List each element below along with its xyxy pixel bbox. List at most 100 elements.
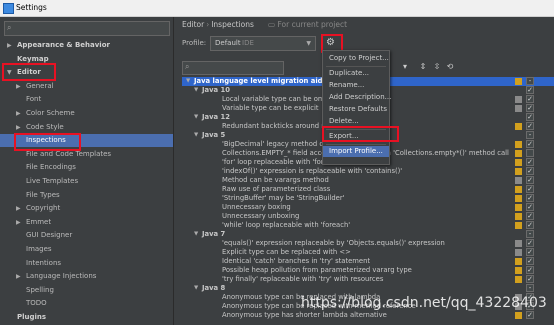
inspection-row[interactable]: Raw use of parameterized class ✓ — [182, 185, 554, 194]
inspection-row[interactable]: Identical 'catch' branches in 'try' stat… — [182, 257, 554, 266]
menu-item-label: Rename... — [329, 81, 365, 89]
inspection-label: 'try finally' replaceable with 'try' wit… — [222, 275, 384, 283]
sidebar-item-appearance-behavior[interactable]: ▶ Appearance & Behavior — [0, 39, 173, 52]
chevron-down-icon[interactable]: ▼ — [186, 77, 190, 86]
inspection-checkbox[interactable]: ✓ — [526, 212, 534, 220]
highlight-import-profile — [322, 126, 399, 142]
inspection-checkbox[interactable]: ✓ — [526, 221, 534, 229]
sidebar-item-general[interactable]: ▶ General — [0, 80, 173, 93]
menu-item-copy-to-project[interactable]: Copy to Project... — [323, 53, 389, 64]
sidebar-item-file-types[interactable]: File Types — [0, 189, 173, 202]
inspection-group-row[interactable]: ▼ Java 7 - — [182, 230, 554, 239]
severity-swatch — [515, 177, 522, 184]
inspection-checkbox[interactable]: - — [526, 131, 534, 139]
chevron-right-icon[interactable]: ▶ — [16, 270, 21, 283]
inspection-label: Java 12 — [202, 113, 230, 121]
filter-icon[interactable]: ▾ — [399, 61, 411, 73]
inspection-checkbox[interactable]: ✓ — [526, 248, 534, 256]
chevron-down-icon[interactable]: ▼ — [194, 86, 198, 95]
sidebar-item-color-scheme[interactable]: ▶ Color Scheme — [0, 107, 173, 120]
sidebar-item-live-templates[interactable]: Live Templates — [0, 175, 173, 188]
settings-sidebar: ⌕ ▶ Appearance & Behavior Keymap ▼ Editor ▶ Ge… — [0, 17, 174, 325]
sidebar-item-language-injections[interactable]: ▶ Language Injections — [0, 270, 173, 283]
inspection-row[interactable]: Unnecessary unboxing ✓ — [182, 212, 554, 221]
inspection-checkbox[interactable]: ✓ — [526, 104, 534, 112]
sidebar-item-gui-designer[interactable]: GUI Designer — [0, 229, 173, 242]
sidebar-item-file-encodings[interactable]: File Encodings — [0, 161, 173, 174]
inspection-row[interactable]: 'indexOf()' expression is replaceable wi… — [182, 167, 554, 176]
inspection-label: Java 7 — [202, 230, 226, 238]
expand-all-icon[interactable]: ⇕ — [417, 61, 429, 73]
breadcrumb-inspections: Inspections — [211, 20, 254, 29]
inspection-search-input[interactable]: ⌕ — [182, 61, 284, 75]
menu-item-restore-defaults[interactable]: Restore Defaults — [323, 104, 389, 115]
inspection-checkbox[interactable]: ✓ — [526, 86, 534, 94]
reset-icon[interactable]: ⟲ — [444, 61, 456, 73]
inspection-checkbox[interactable]: ✓ — [526, 176, 534, 184]
sidebar-item-label: Appearance & Behavior — [17, 41, 110, 49]
inspection-checkbox[interactable]: ✓ — [526, 122, 534, 130]
inspection-row[interactable]: Explicit type can be replaced with <> ✓ — [182, 248, 554, 257]
chevron-down-icon[interactable]: ▼ — [194, 284, 198, 293]
sidebar-item-todo[interactable]: TODO — [0, 297, 173, 310]
inspection-checkbox[interactable]: - — [526, 77, 534, 85]
menu-item-rename[interactable]: Rename... — [323, 80, 389, 91]
severity-swatch — [515, 258, 522, 265]
inspection-label: Anonymous type has shorter lambda altern… — [222, 311, 387, 319]
menu-item-duplicate[interactable]: Duplicate... — [323, 68, 389, 79]
sidebar-item-copyright[interactable]: ▶ Copyright — [0, 202, 173, 215]
inspection-checkbox[interactable]: ✓ — [526, 158, 534, 166]
chevron-right-icon[interactable]: ▶ — [7, 39, 12, 52]
inspection-checkbox[interactable]: ✓ — [526, 140, 534, 148]
inspection-checkbox[interactable]: - — [526, 284, 534, 292]
inspection-row[interactable]: Unnecessary boxing ✓ — [182, 203, 554, 212]
inspection-row[interactable]: 'try finally' replaceable with 'try' wit… — [182, 275, 554, 284]
inspection-row[interactable]: Possible heap pollution from parameteriz… — [182, 266, 554, 275]
inspection-row[interactable]: Method can be varargs method ✓ — [182, 176, 554, 185]
chevron-right-icon[interactable]: ▶ — [16, 121, 21, 134]
sidebar-item-code-style[interactable]: ▶ Code Style — [0, 121, 173, 134]
inspection-row[interactable]: 'while' loop replaceable with 'foreach' ✓ — [182, 221, 554, 230]
inspection-checkbox[interactable]: ✓ — [526, 95, 534, 103]
inspection-checkbox[interactable]: ✓ — [526, 239, 534, 247]
sidebar-item-label: Images — [26, 245, 52, 253]
inspection-row[interactable]: Anonymous type has shorter lambda altern… — [182, 311, 554, 320]
inspection-checkbox[interactable]: ✓ — [526, 194, 534, 202]
inspection-checkbox[interactable]: ✓ — [526, 275, 534, 283]
profile-dropdown[interactable]: Default IDE ▼ — [210, 36, 316, 51]
inspection-checkbox[interactable] — [526, 149, 534, 157]
inspection-group-row[interactable]: ▼ Java 8 - — [182, 284, 554, 293]
sidebar-item-images[interactable]: Images — [0, 243, 173, 256]
inspection-checkbox[interactable]: ✓ — [526, 203, 534, 211]
chevron-right-icon[interactable]: ▶ — [16, 107, 21, 120]
sidebar-item-plugins[interactable]: Plugins — [0, 311, 173, 324]
sidebar-item-spelling[interactable]: Spelling — [0, 284, 173, 297]
chevron-down-icon[interactable]: ▼ — [194, 230, 198, 239]
chevron-down-icon[interactable]: ▼ — [194, 113, 198, 122]
inspection-checkbox[interactable]: ✓ — [526, 167, 534, 175]
inspection-checkbox[interactable]: ✓ — [526, 257, 534, 265]
menu-item-add-description[interactable]: Add Description... — [323, 92, 391, 103]
sidebar-item-label: Spelling — [26, 285, 54, 294]
inspection-checkbox[interactable]: ✓ — [526, 311, 534, 319]
inspection-checkbox[interactable]: ✓ — [526, 266, 534, 274]
inspection-row[interactable]: 'equals()' expression replaceable by 'Ob… — [182, 239, 554, 248]
menu-item-import-profile[interactable]: Import Profile... — [323, 146, 389, 157]
inspection-row[interactable]: 'StringBuffer' may be 'StringBuilder' ✓ — [182, 194, 554, 203]
breadcrumb-editor[interactable]: Editor — [182, 20, 204, 29]
collapse-all-icon[interactable]: ⇳ — [431, 61, 443, 73]
chevron-down-icon[interactable]: ▼ — [194, 131, 198, 140]
sidebar-item-emmet[interactable]: ▶ Emmet — [0, 216, 173, 229]
sidebar-item-intentions[interactable]: Intentions — [0, 257, 173, 270]
inspection-checkbox[interactable]: ✓ — [526, 185, 534, 193]
chevron-right-icon[interactable]: ▶ — [16, 216, 21, 229]
chevron-right-icon[interactable]: ▶ — [16, 80, 21, 93]
inspection-checkbox[interactable]: - — [526, 230, 534, 238]
chevron-right-icon[interactable]: ▶ — [16, 202, 21, 215]
sidebar-search-input[interactable]: ⌕ — [4, 21, 170, 36]
inspection-label: Java 5 — [202, 131, 226, 139]
sidebar-item-font[interactable]: Font — [0, 93, 173, 106]
breadcrumb: Editor › Inspections ▭ For current project — [182, 20, 347, 29]
inspection-label: Raw use of parameterized class — [222, 185, 331, 193]
inspection-checkbox[interactable]: ✓ — [526, 113, 534, 121]
